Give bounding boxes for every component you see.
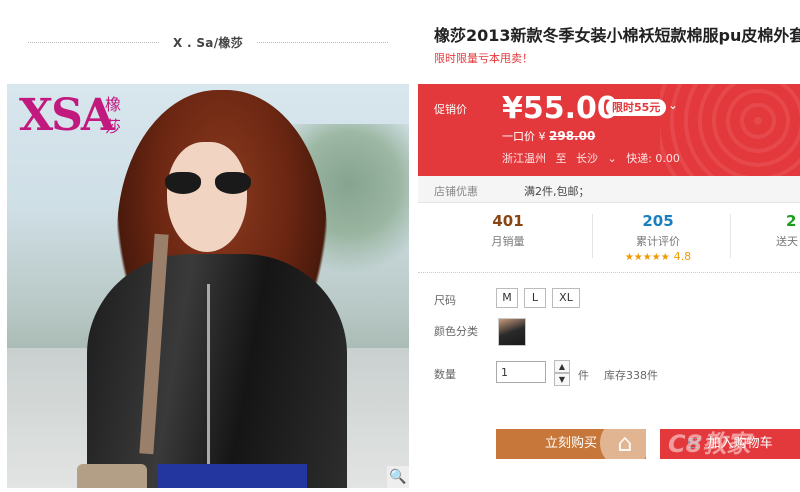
quantity-unit: 件 [578,369,589,382]
monthly-sales-label: 月销量 [491,235,525,248]
size-option-m[interactable]: M [496,288,518,308]
quantity-down-icon[interactable]: ▼ [554,373,570,386]
ship-from: 浙江温州 [502,152,546,165]
brand-logo: XSA [19,90,115,141]
limit-badge: 限时55元 [606,99,667,116]
divider [257,41,388,43]
rating-score: 4.8 [673,250,692,263]
product-info-panel: 橡莎2013新款冬季女装小棉袄短款棉服pu皮棉外套 限时限量亏本甩卖！ 促销价 … [418,0,800,492]
divider [418,272,800,273]
chevron-down-icon[interactable]: ⌄ [668,98,678,112]
reviews-label: 累计评价 [636,235,680,248]
ship-to-word: 至 [555,152,567,165]
model-sunglasses [159,172,259,196]
reviews-stat[interactable]: 205 累计评价 ★★★★★ 4.8 [598,212,718,263]
third-stat[interactable]: 2 送天 [738,212,800,249]
monthly-sales-value: 401 [492,212,524,230]
divider [730,214,731,258]
quantity-up-icon[interactable]: ▲ [554,360,570,373]
model-skirt [157,464,307,488]
discount-text: 满2件,包邮； [524,185,590,198]
model-jacket [87,254,347,488]
color-label: 颜色分类 [434,325,478,338]
rating-stars: ★★★★★ 4.8 [598,250,718,263]
store-name-line: X . Sa/橡莎 [28,34,388,50]
star-icons: ★★★★★ [624,252,670,263]
model-bag [77,464,147,488]
divider [28,41,159,43]
size-label: 尺码 [434,294,456,307]
original-price: 298.00 [549,129,596,143]
watermark-house-icon: ⌂ [600,418,650,468]
reviews-value: 205 [642,212,674,230]
original-price-row: 一口价 ¥ 298.00 [502,128,595,144]
zoom-button[interactable]: 🔍 [387,466,409,488]
promo-price-box: 促销价 ¥55.00 限时55元 ⌄ 一口价 ¥ 298.00 浙江温州 至 长… [418,84,800,176]
delivery-fee: 快递: 0.00 [626,152,680,165]
quantity-input[interactable]: 1 [496,361,546,383]
model-face [167,142,247,252]
discount-label: 店铺优惠 [434,185,478,198]
store-name[interactable]: X . Sa/橡莎 [173,34,243,51]
promo-label: 促销价 [434,103,467,116]
color-swatch[interactable] [498,318,526,346]
store-discount-row: 店铺优惠 满2件,包邮； [418,176,800,203]
magnifier-icon: 🔍 [389,469,407,485]
promo-price: ¥55.00 [502,91,618,126]
size-option-xl[interactable]: XL [552,288,580,308]
original-price-label: 一口价 ¥ [502,130,549,143]
monthly-sales-stat[interactable]: 401 月销量 [448,212,568,249]
ship-to-select[interactable]: 长沙 [576,152,598,165]
shipping-line: 浙江温州 至 长沙 ⌄ 快递: 0.00 [502,150,686,166]
brand-logo-chinese: 橡莎 [105,95,122,136]
product-gallery: X . Sa/橡莎 XSA 橡莎 🔍 [0,0,415,492]
size-option-l[interactable]: L [524,288,546,308]
product-subtitle: 限时限量亏本甩卖！ [434,52,533,65]
product-photo[interactable]: XSA 橡莎 🔍 [7,84,409,488]
ship-to-chevron-icon[interactable]: ⌄ [608,152,617,165]
third-stat-label: 送天 [776,235,798,248]
jacket-zipper [207,284,210,484]
quantity-label: 数量 [434,368,456,381]
watermark-text: C8教家 [668,430,751,458]
divider [592,214,593,258]
stock-count: 库存338件 [604,369,658,382]
third-stat-value: 2 [786,212,797,230]
product-title: 橡莎2013新款冬季女装小棉袄短款棉服pu皮棉外套 [434,26,800,45]
stats-row: 401 月销量 205 累计评价 ★★★★★ 4.8 2 送天 [418,206,800,266]
